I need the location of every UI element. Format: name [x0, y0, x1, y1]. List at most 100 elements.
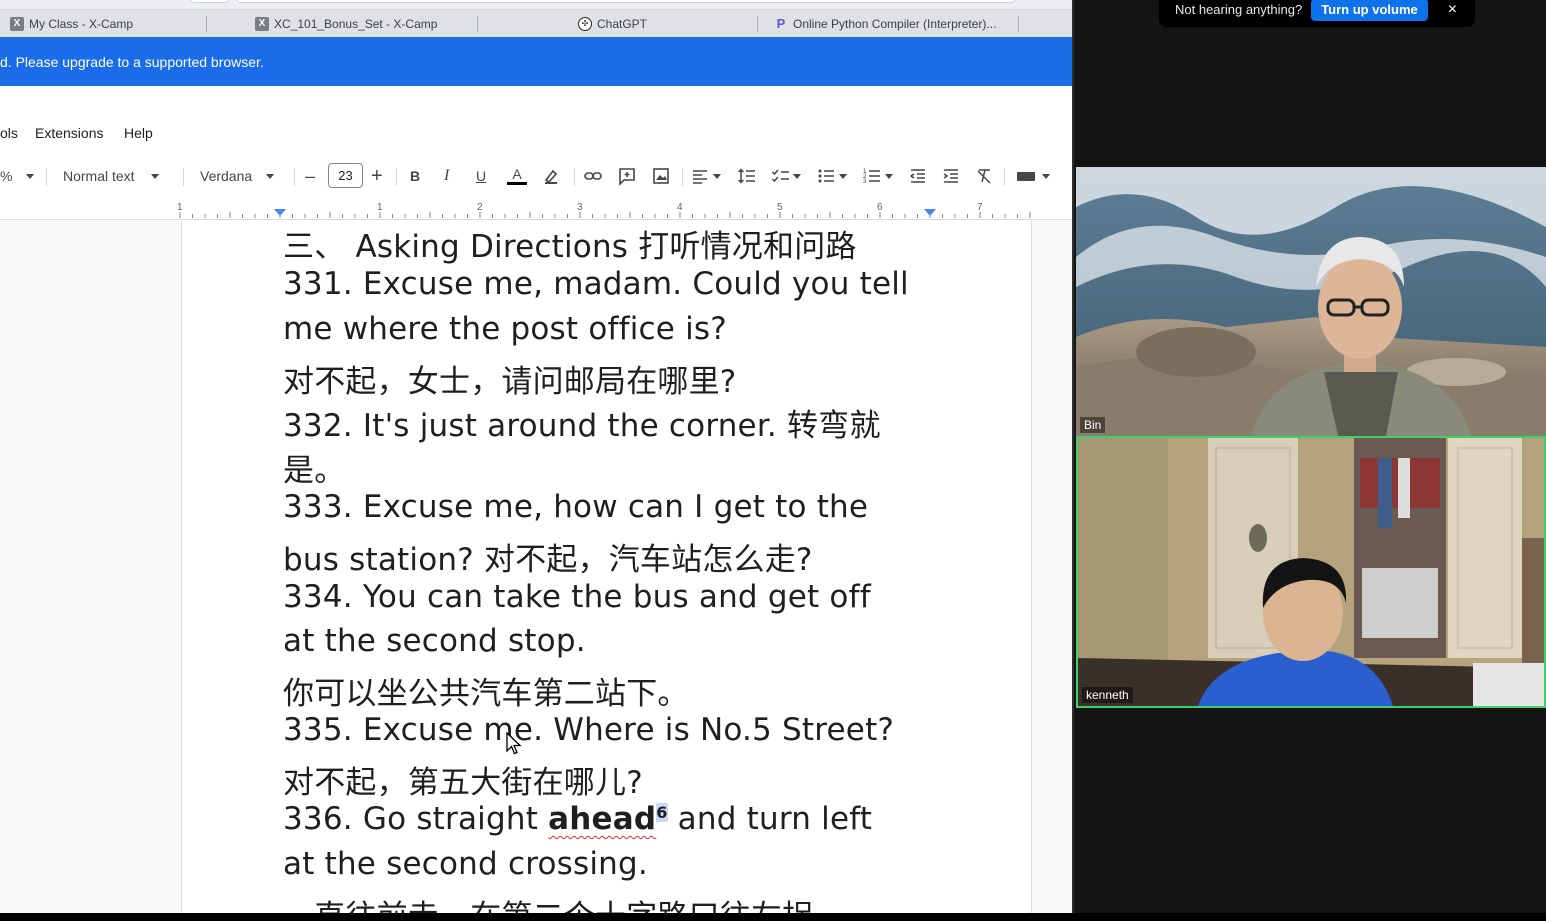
turn-up-volume-button[interactable]: Turn up volume [1311, 0, 1428, 21]
text-color-letter: A [512, 166, 522, 182]
ruler-number: 3 [577, 202, 583, 213]
mouse-cursor-icon [506, 732, 522, 755]
text-color-button[interactable]: A [507, 156, 527, 196]
indent-icon [943, 169, 958, 183]
tab-chatgpt[interactable]: ✣ ChatGPT [568, 10, 758, 37]
keyboard-icon [1017, 172, 1035, 181]
address-bar[interactable] [236, 0, 1016, 3]
doc-line: 331. Excuse me, madam. Could you tell [283, 266, 909, 302]
decrease-indent-button[interactable] [909, 156, 927, 196]
doc-line: 334. You can take the bus and get off [283, 579, 871, 615]
checklist-dropdown[interactable] [771, 156, 801, 196]
nav-button[interactable] [190, 0, 230, 3]
spellcheck-word[interactable]: ahead [548, 801, 656, 837]
insert-link-button[interactable] [583, 156, 603, 196]
zoom-dropdown[interactable]: % [0, 156, 35, 196]
svg-text:3: 3 [863, 179, 867, 185]
italic-button[interactable]: I [444, 156, 449, 196]
ruler-ticks [179, 212, 1031, 218]
doc-line: 你可以坐公共汽车第二站下。 [283, 676, 689, 712]
doc-line: at the second crossing. [283, 846, 648, 882]
ruler-number: 7 [977, 202, 983, 213]
ruler-number: 4 [677, 202, 683, 213]
image-icon [653, 168, 669, 184]
align-left-icon [693, 170, 707, 184]
doc-line: 对不起，第五大街在哪儿? [283, 765, 643, 801]
menu-help[interactable]: Help [124, 125, 153, 141]
font-value: Verdana [200, 168, 253, 184]
doc-line: 三、 Asking Directions 打听情况和问路 [283, 229, 857, 265]
close-icon[interactable]: × [1448, 1, 1457, 19]
doc-line: 332. It's just around the corner. 转弯就 [283, 408, 881, 444]
menu-bar: ols Extensions Help [0, 86, 1074, 156]
add-comment-button[interactable] [617, 156, 637, 196]
xcamp-favicon-icon: X [255, 16, 269, 31]
menu-tools[interactable]: ols [0, 125, 18, 141]
tab-strip: X My Class - X-Camp X XC_101_Bonus_Set -… [0, 0, 1074, 37]
left-indent-marker[interactable] [274, 209, 286, 216]
audio-notification: Not hearing anything? Turn up volume × [1159, 0, 1475, 27]
video-tile-bin[interactable]: Bin [1076, 167, 1546, 436]
align-dropdown[interactable] [691, 156, 721, 196]
clear-formatting-button[interactable] [975, 156, 993, 196]
menu-extensions[interactable]: Extensions [35, 125, 103, 141]
participant-video [1078, 438, 1544, 706]
line-spacing-icon [737, 168, 755, 184]
numbered-list-icon: 123 [863, 169, 880, 185]
underline-button[interactable]: U [476, 156, 486, 196]
doc-line: bus station? 对不起，汽车站怎么走? [283, 542, 813, 578]
zoom-value: % [0, 168, 13, 184]
highlighter-icon [544, 169, 558, 184]
insert-image-button[interactable] [651, 156, 671, 196]
tab-label: My Class - X-Camp [29, 16, 134, 31]
checklist-icon [771, 169, 789, 183]
document-page[interactable]: 三、 Asking Directions 打听情况和问路 331. Excuse… [181, 221, 1032, 921]
input-tools-dropdown[interactable] [1016, 156, 1050, 196]
line-text: 336. Go straight [283, 801, 549, 837]
ruler-number: 5 [777, 202, 783, 213]
bullet-list-icon [818, 169, 834, 183]
ruler-number: 2 [477, 202, 483, 213]
doc-line: 对不起，女士，请问邮局在哪里? [283, 364, 737, 400]
xcamp-favicon-icon: X [10, 16, 24, 31]
font-dropdown[interactable]: Verdana [200, 156, 275, 196]
tab-label: Online Python Compiler (Interpreter)... [793, 16, 997, 31]
increase-indent-button[interactable] [942, 156, 960, 196]
participant-name: Bin [1080, 417, 1106, 433]
doc-line: 335. Excuse me. Where is No.5 Street? [283, 712, 895, 748]
text-color-swatch [507, 182, 527, 185]
document-canvas: 三、 Asking Directions 打听情况和问路 331. Excuse… [0, 221, 1074, 921]
tab-python-compiler[interactable]: P Online Python Compiler (Interpreter)..… [764, 10, 1019, 37]
line-text: and turn left [667, 801, 873, 837]
highlight-button[interactable] [542, 156, 560, 196]
address-bar-area [0, 0, 1074, 10]
increase-font-size-button[interactable]: + [371, 156, 383, 196]
participant-name: kenneth [1082, 687, 1133, 703]
style-value: Normal text [63, 168, 135, 184]
bulleted-list-dropdown[interactable] [817, 156, 847, 196]
right-indent-marker[interactable] [924, 209, 936, 216]
unsupported-browser-banner: d. Please upgrade to a supported browser… [0, 37, 1074, 86]
tab-bonus-set[interactable]: X XC_101_Bonus_Set - X-Camp [245, 10, 478, 37]
tab-label: XC_101_Bonus_Set - X-Camp [274, 16, 438, 31]
link-icon [584, 172, 602, 180]
font-size-input[interactable]: 23 [328, 163, 363, 188]
line-spacing-button[interactable] [737, 156, 757, 196]
participant-video [1076, 167, 1546, 436]
video-tile-kenneth[interactable]: kenneth [1076, 436, 1546, 708]
formatting-toolbar: % Normal text Verdana – 23 + B I U A 1 2… [0, 156, 1074, 196]
footnote-marker[interactable]: 6 [656, 802, 668, 822]
tab-my-class[interactable]: X My Class - X-Camp [0, 10, 207, 37]
browser-window: X My Class - X-Camp X XC_101_Bonus_Set -… [0, 0, 1074, 921]
doc-line-336: 336. Go straight ahead6 and turn left [283, 801, 872, 837]
tab-label: ChatGPT [597, 16, 648, 31]
ruler-number: 6 [877, 202, 883, 213]
chatgpt-favicon-icon: ✣ [578, 16, 592, 31]
outdent-icon [909, 169, 925, 183]
style-dropdown[interactable]: Normal text [63, 156, 159, 196]
decrease-font-size-button[interactable]: – [305, 156, 315, 196]
bold-button[interactable]: B [410, 156, 420, 196]
doc-line: 333. Excuse me, how can I get to the [283, 489, 869, 525]
doc-line: at the second stop. [283, 623, 586, 659]
numbered-list-dropdown[interactable]: 123 [863, 156, 893, 196]
